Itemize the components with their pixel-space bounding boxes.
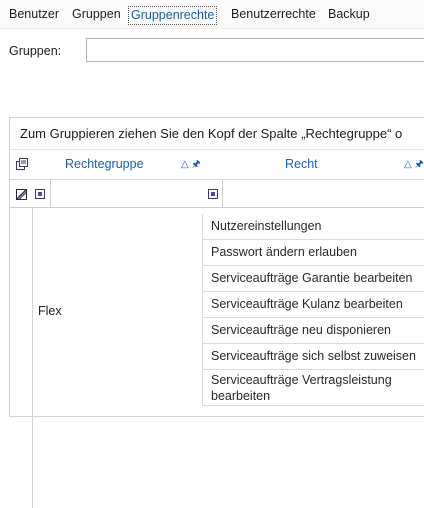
sort-filter-icons-recht[interactable]: △ 🖈: [404, 150, 424, 179]
tab-gruppenrechte[interactable]: Gruppenrechte: [128, 6, 218, 25]
column-recht[interactable]: Recht: [285, 150, 318, 179]
sort-filter-icons-rechtegruppe[interactable]: △ 🖈: [181, 150, 201, 179]
group-cell: Flex: [32, 208, 202, 508]
column-rechtegruppe[interactable]: Rechtegruppe: [65, 150, 144, 179]
table-row[interactable]: Serviceaufträge Garantie bearbeiten: [202, 266, 424, 292]
gruppen-label: Gruppen:: [9, 44, 62, 58]
tab-benutzerrechte[interactable]: Benutzerrechte: [231, 6, 316, 23]
table-row[interactable]: Passwort ändern erlauben: [202, 240, 424, 266]
column-chooser-icon[interactable]: [16, 158, 28, 170]
tab-backup[interactable]: Backup: [328, 6, 370, 23]
filter-divider: [222, 180, 223, 207]
filter-checkbox-rechtegruppe[interactable]: [35, 189, 45, 199]
group-label: Flex: [38, 304, 62, 318]
table-row[interactable]: Serviceaufträge sich selbst zuweisen: [202, 344, 424, 370]
filter-checkbox-recht[interactable]: [208, 189, 218, 199]
table-row[interactable]: Serviceaufträge Kulanz bearbeiten: [202, 292, 424, 318]
gruppen-field[interactable]: [86, 38, 424, 62]
tab-strip: Benutzer Gruppen Gruppenrechte Benutzerr…: [0, 0, 424, 29]
tab-benutzer[interactable]: Benutzer: [9, 6, 59, 23]
sort-triangle-icon[interactable]: △: [181, 159, 189, 170]
table-row[interactable]: Nutzereinstellungen: [202, 214, 424, 240]
filter-row: [10, 180, 424, 208]
table-row[interactable]: Serviceaufträge Vertragsleistung bearbei…: [202, 370, 424, 406]
table-row[interactable]: Serviceaufträge neu disponieren: [202, 318, 424, 344]
filter-divider: [50, 180, 51, 207]
grid-header: Rechtegruppe △ 🖈 Recht △ 🖈: [10, 150, 424, 180]
sort-triangle-icon[interactable]: △: [404, 159, 412, 170]
rights-grid: Zum Gruppieren ziehen Sie den Kopf der S…: [9, 117, 424, 508]
pin-icon[interactable]: 🖈: [191, 159, 200, 170]
pin-icon[interactable]: 🖈: [414, 159, 423, 170]
tab-gruppen[interactable]: Gruppen: [72, 6, 121, 23]
clear-filter-icon[interactable]: [15, 188, 28, 201]
group-panel-hint: Zum Gruppieren ziehen Sie den Kopf der S…: [10, 118, 424, 150]
